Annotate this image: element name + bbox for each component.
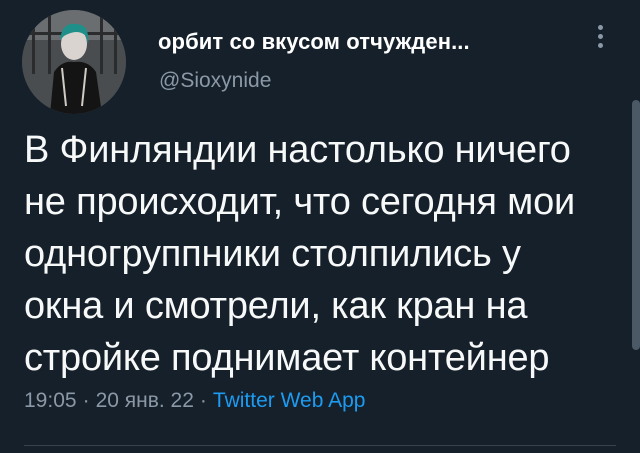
tweet-text-line: стройке поднимает контейнер [24,337,550,379]
tweet-text-line: одногруппники столпились у [24,233,521,275]
tweet: орбит со вкусом отчужден... @Sioxynide В… [0,0,640,453]
tweet-meta: 19:05 · 20 янв. 22 · Twitter Web App [24,389,365,413]
divider [24,445,616,446]
tweet-text-line: окна и смотрели, как кран на [24,285,528,327]
more-vertical-icon[interactable] [590,24,610,50]
avatar-image [22,10,126,114]
tweet-text: В Финляндии настолько ничего не происход… [24,124,624,384]
tweet-source-link[interactable]: Twitter Web App [213,389,366,412]
scrollbar[interactable] [632,100,640,350]
tweet-text-line: не происходит, что сегодня мои [24,181,576,223]
user-handle[interactable]: @Sioxynide [159,69,271,93]
tweet-date[interactable]: 20 янв. 22 [96,389,194,412]
display-name[interactable]: орбит со вкусом отчужден... [158,29,470,55]
tweet-text-line: В Финляндии настолько ничего [24,129,571,171]
separator-dot: · [82,389,90,412]
separator-dot: · [199,389,207,412]
tweet-time[interactable]: 19:05 [24,389,77,412]
avatar[interactable] [22,10,126,114]
